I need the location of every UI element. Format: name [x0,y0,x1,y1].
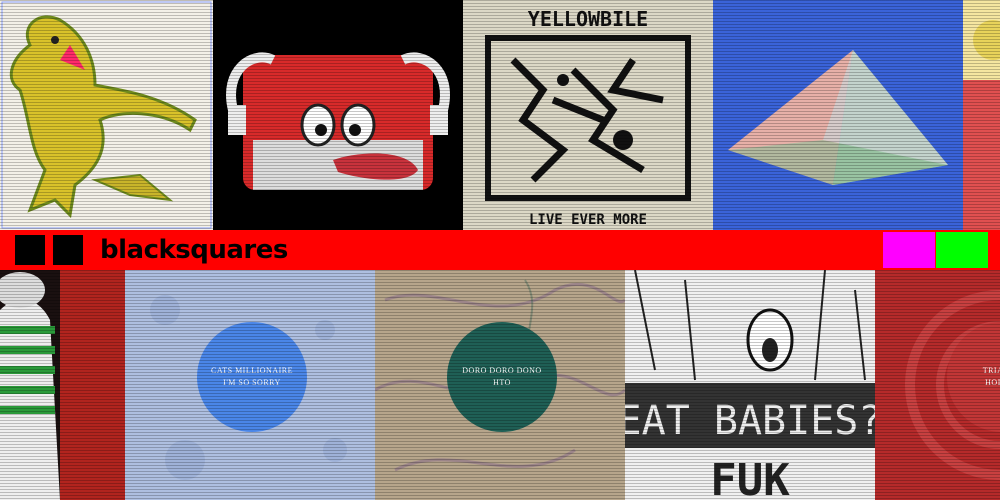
album-cover-eat-babies[interactable]: EAT BABIES? FUK [625,270,875,500]
album-cover-red-face[interactable] [213,0,463,230]
green-swatch [936,232,988,268]
eat-babies-subtitle: FUK [710,455,790,500]
album-title: HTO [493,378,511,387]
eat-babies-artwork: EAT BABIES? FUK [625,270,875,500]
album-wall: YELLOWBILE LIVE EVER MORE blacksquares C… [0,0,1000,500]
black-square-icon [15,235,45,265]
pyramid-artwork [728,50,948,185]
artist-name: TRIANGL [982,366,1000,375]
striped-figure-artwork [0,270,125,500]
album-title: HOLIDA [985,378,1000,387]
album-cover-cats-millionaire[interactable]: CATS MILLIONAIRE I'M SO SORRY [125,270,375,500]
album-title-circle: DORO DORO DONO HTO [447,322,557,432]
album-cover-pyramid[interactable] [713,0,963,230]
brand-banner: blacksquares [0,230,1000,270]
album-title-circle: CATS MILLIONAIRE I'M SO SORRY [197,322,307,432]
yellowbile-subtitle: LIVE EVER MORE [529,212,647,228]
magenta-swatch [883,232,935,268]
artist-name: CATS MILLIONAIRE [211,366,293,375]
eat-babies-title: EAT BABIES? [625,398,875,444]
yellowbile-artwork: YELLOWBILE LIVE EVER MORE [485,7,691,228]
black-square-icon [53,235,83,265]
album-cover-triangle[interactable]: TRIANGL HOLIDA [875,270,1000,500]
album-cover-partial[interactable] [963,0,1000,230]
artist-name: DORO DORO DONO [462,366,542,375]
bird-artwork [1,1,212,229]
album-cover-doro-doro-dono[interactable]: DORO DORO DONO HTO [375,270,625,500]
brand-name[interactable]: blacksquares [100,230,288,270]
album-title: I'M SO SORRY [223,378,281,387]
cartoon-face-artwork [226,52,450,190]
partial-artwork [963,0,1000,230]
album-cover-striped-figure[interactable] [0,270,125,500]
album-cover-yellowbile[interactable]: YELLOWBILE LIVE EVER MORE [463,0,713,230]
album-cover-bird[interactable] [0,0,213,230]
yellowbile-title: YELLOWBILE [528,7,648,31]
